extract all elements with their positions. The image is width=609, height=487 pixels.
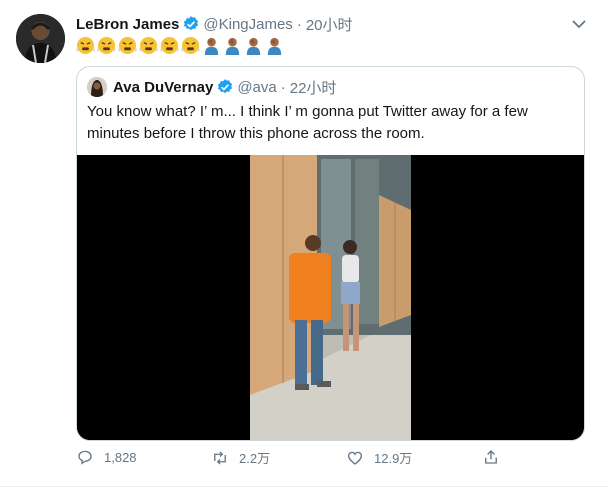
face-with-steam-icon	[160, 36, 179, 55]
retweet-icon[interactable]	[211, 449, 229, 467]
share-icon[interactable]	[482, 448, 500, 466]
facepalm-icon	[265, 36, 284, 55]
author-name[interactable]: LeBron James	[76, 16, 179, 33]
face-with-steam-icon	[139, 36, 158, 55]
tweet-timestamp[interactable]: 20小时	[306, 14, 353, 35]
share-action[interactable]	[482, 448, 510, 466]
facepalm-icon	[244, 36, 263, 55]
face-with-steam-icon	[181, 36, 200, 55]
quoted-timestamp[interactable]: 22小时	[290, 77, 337, 98]
tweet-actions: 1,828 2.2万 12.9万	[76, 448, 516, 472]
tweet[interactable]: LeBron James @KingJames · 20小时 Ava DuVer…	[0, 0, 609, 487]
facepalm-icon	[202, 36, 221, 55]
chevron-down-icon[interactable]	[571, 16, 587, 32]
tweet-header: LeBron James @KingJames · 20小时	[76, 14, 353, 34]
verified-badge-icon	[216, 78, 234, 96]
reply-action[interactable]: 1,828	[76, 448, 137, 466]
face-with-steam-icon	[97, 36, 116, 55]
reply-icon[interactable]	[76, 448, 94, 466]
quoted-separator: ·	[280, 78, 286, 96]
verified-badge-icon	[182, 15, 200, 33]
lebron-avatar[interactable]	[16, 14, 65, 63]
quoted-tweet[interactable]: Ava DuVernay @ava · 22小时 You know what? …	[76, 66, 585, 441]
face-with-steam-icon	[76, 36, 95, 55]
facepalm-icon	[223, 36, 242, 55]
quoted-author-handle[interactable]: @ava	[237, 79, 276, 96]
like-count: 12.9万	[374, 451, 413, 466]
tweet-text	[76, 36, 284, 55]
retweet-action[interactable]: 2.2万	[211, 448, 270, 467]
video-thumbnail[interactable]	[77, 155, 584, 440]
like-action[interactable]: 12.9万	[346, 448, 412, 467]
reply-count: 1,828	[104, 449, 137, 465]
heart-icon[interactable]	[346, 449, 364, 467]
author-handle[interactable]: @KingJames	[203, 16, 292, 33]
face-with-steam-icon	[118, 36, 137, 55]
retweet-count: 2.2万	[239, 451, 271, 466]
quoted-author-name[interactable]: Ava DuVernay	[113, 79, 213, 96]
quoted-text: You know what? I’ m... I think I’ m gonn…	[87, 103, 528, 142]
quoted-header: Ava DuVernay @ava · 22小时	[113, 77, 336, 97]
header-separator: ·	[296, 15, 302, 33]
ava-avatar[interactable]	[87, 77, 107, 97]
